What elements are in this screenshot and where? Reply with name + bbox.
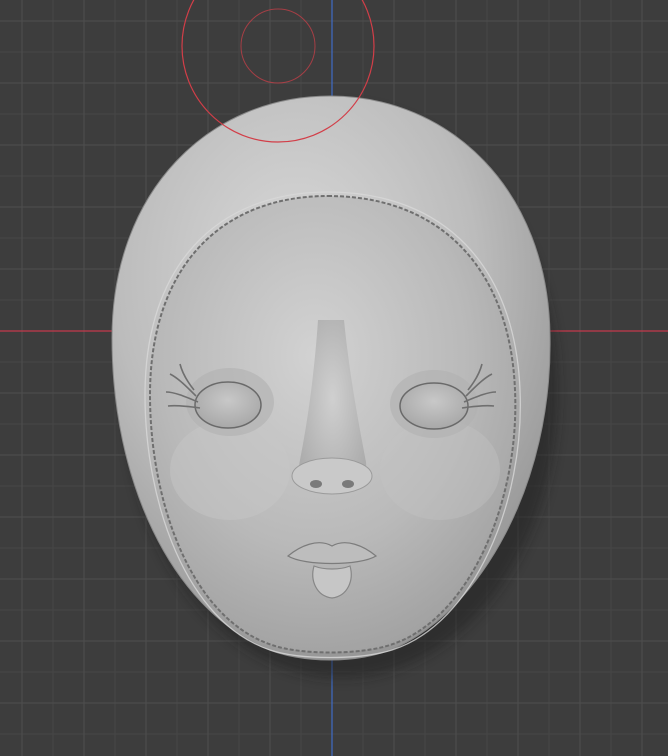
3d-viewport[interactable] <box>0 0 668 756</box>
right-nostril <box>342 480 354 488</box>
viewport-scene[interactable] <box>0 0 668 756</box>
left-nostril <box>310 480 322 488</box>
left-eye-socket <box>194 381 262 429</box>
brush-strength-circle-icon <box>240 8 316 84</box>
right-eye-socket <box>399 382 469 430</box>
doll-face-mesh[interactable] <box>111 95 558 678</box>
